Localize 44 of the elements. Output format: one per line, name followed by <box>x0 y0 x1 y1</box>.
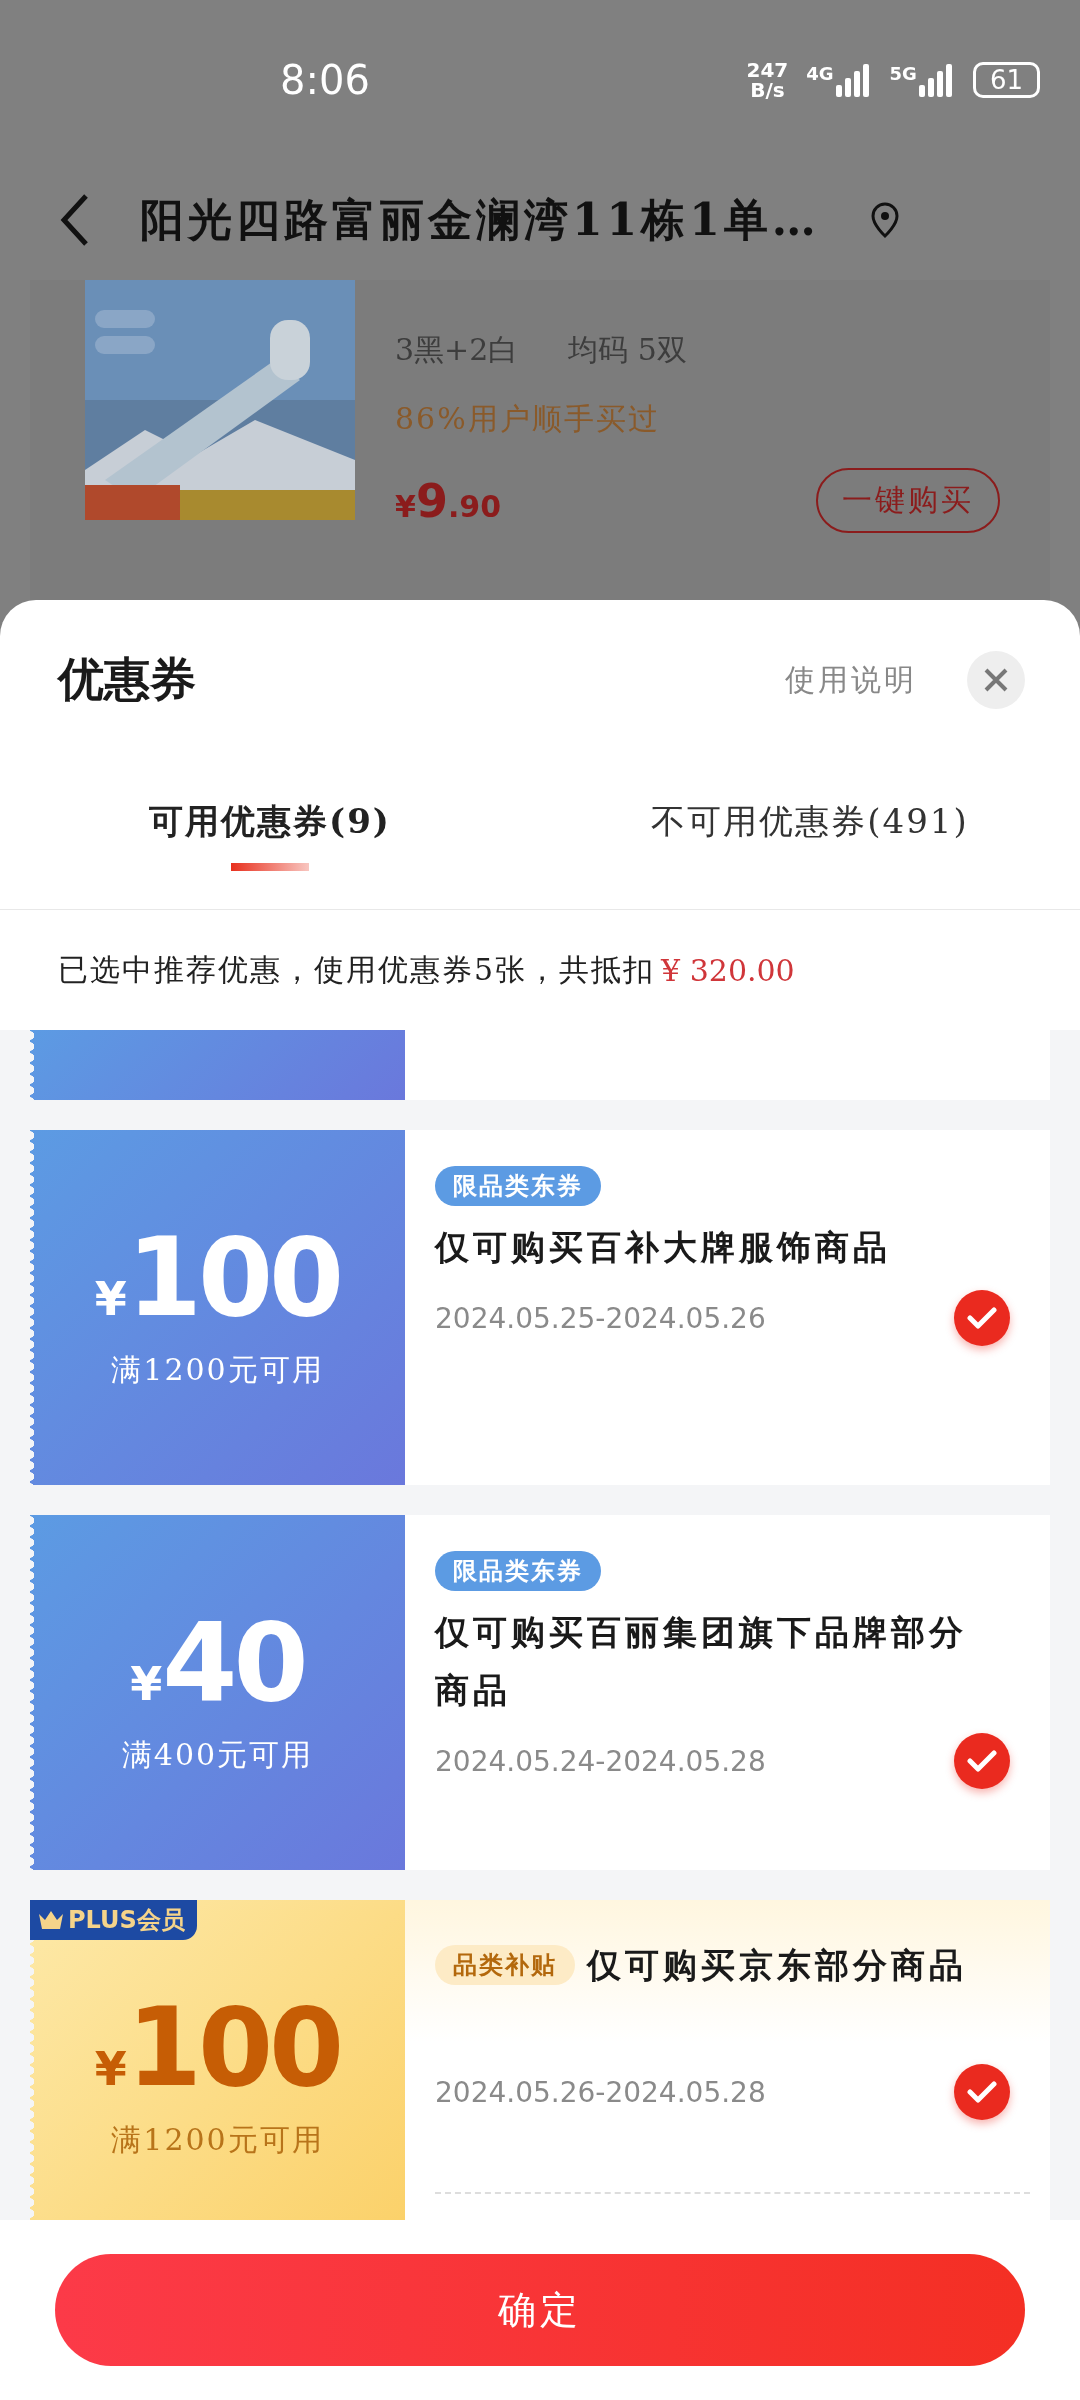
coupon-validity: 2024.05.26-2024.05.28 <box>435 2075 766 2109</box>
check-icon <box>967 1307 997 1329</box>
confirm-button[interactable]: 确定 <box>55 2254 1025 2366</box>
close-icon <box>983 667 1009 693</box>
checkbox[interactable] <box>954 1733 1010 1789</box>
signal-icon <box>918 63 955 97</box>
buy-button[interactable]: 一键购买 <box>816 468 1000 533</box>
coupon-condition: 满1200元可用 <box>111 2121 324 2159</box>
signal-icon <box>835 63 872 97</box>
discount-summary: 已选中推荐优惠，使用优惠券5张，共抵扣 ¥ 320.00 <box>57 950 796 990</box>
coupon-amount: ¥100 <box>94 1994 341 2102</box>
checkbox[interactable] <box>954 1290 1010 1346</box>
help-link[interactable]: 使用说明 <box>785 659 917 701</box>
sheet-title: 优惠券 <box>58 651 196 708</box>
coupon-description: 仅可购买百丽集团旗下品牌部分商品 <box>435 1611 968 1712</box>
coupon-tab[interactable]: 不可用优惠券(491) <box>540 760 1080 909</box>
coupon-validity: 2024.05.24-2024.05.28 <box>435 1744 766 1778</box>
network-speed: 247 B/s <box>746 60 789 100</box>
location-pin-icon[interactable] <box>869 202 900 238</box>
coupon-amount: ¥40 <box>130 1609 305 1717</box>
battery-level: 61 <box>972 62 1040 98</box>
product-size: 均码 5双 <box>568 331 687 369</box>
purchase-hint: 86%用户顺手买过 <box>395 400 661 438</box>
membership-badge: PLUS会员 <box>30 1900 197 1940</box>
coupon-tag: 品类补贴 <box>435 1945 575 1985</box>
network-type: 5G <box>889 63 917 84</box>
coupon-condition: 满1200元可用 <box>111 1351 324 1389</box>
coupon-tag: 限品类东券 <box>435 1166 601 1206</box>
status-time: 8:06 <box>280 57 370 103</box>
check-icon <box>967 1750 997 1772</box>
coupon-description: 仅可购买百补大牌服饰商品 <box>435 1226 891 1269</box>
checkbox[interactable] <box>954 2064 1010 2120</box>
check-icon <box>967 2081 997 2103</box>
network-type: 4G <box>806 63 834 84</box>
address-title: 阳光四路富丽金澜湾11栋1单… <box>140 192 820 247</box>
back-icon[interactable] <box>60 193 90 247</box>
coupon-condition: 满400元可用 <box>121 1736 314 1774</box>
product-price: ¥9.90 <box>395 473 502 528</box>
coupon-validity: 2024.05.25-2024.05.26 <box>435 1301 766 1335</box>
coupon-tab[interactable]: 可用优惠券(9) <box>0 760 540 909</box>
coupon-description: 仅可购买京东部分商品 <box>587 1944 967 1987</box>
coupon-tag: 限品类东券 <box>435 1551 601 1591</box>
coupon-amount: ¥100 <box>94 1224 341 1332</box>
product-spec: 3黑+2白 <box>395 331 519 369</box>
